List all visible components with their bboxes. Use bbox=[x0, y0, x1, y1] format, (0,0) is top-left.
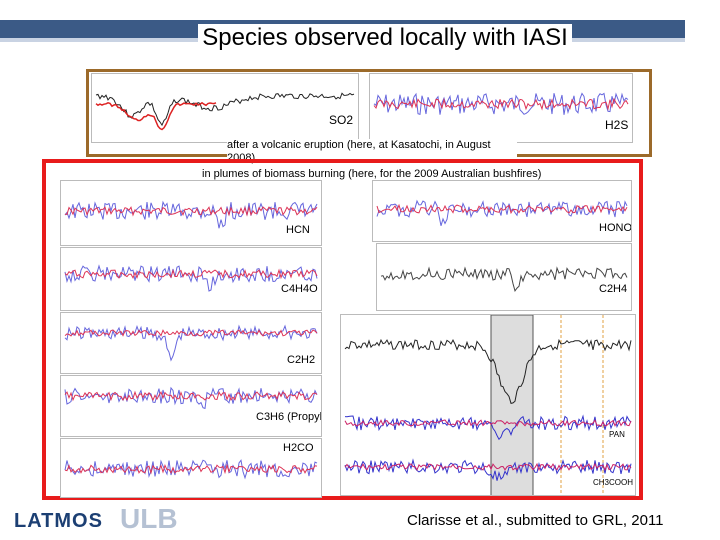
c2h2-spectrum: C2H2 bbox=[64, 324, 318, 366]
ch3cooh-label: CH3COOH bbox=[593, 478, 633, 487]
so2-observed-line bbox=[95, 92, 355, 127]
hono-panel: HONO bbox=[372, 180, 632, 242]
c4h4o-label: C4H4O bbox=[281, 283, 318, 295]
so2-fit-line bbox=[95, 101, 217, 131]
propylene-label: C3H6 (Propylene) bbox=[256, 411, 322, 423]
c4h4o-panel: C4H4O bbox=[60, 247, 322, 311]
c2h2-observed-line bbox=[64, 324, 318, 362]
citation: Clarisse et al., submitted to GRL, 2011 bbox=[407, 512, 664, 529]
pan-ch3cooh-spectrum: PAN CH3COOH bbox=[344, 315, 633, 495]
c2h2-panel: C2H2 bbox=[60, 312, 322, 374]
pan-ch3cooh-panel: PAN CH3COOH bbox=[340, 314, 636, 496]
ulb-logo: ULB bbox=[120, 503, 178, 534]
h2s-panel: H2S bbox=[369, 73, 633, 143]
latmos-logo: LATMOS bbox=[14, 510, 103, 532]
hono-spectrum: HONO bbox=[376, 199, 632, 234]
brightness-line bbox=[344, 338, 632, 405]
ch3cooh-observed-line bbox=[344, 458, 632, 481]
hono-label: HONO bbox=[599, 222, 632, 234]
pan-observed-line bbox=[344, 414, 632, 441]
c2h4-spectrum: C2H4 bbox=[380, 266, 628, 295]
hcn-panel: HCN bbox=[60, 180, 322, 246]
hcn-label: HCN bbox=[286, 224, 310, 236]
c2h2-label: C2H2 bbox=[287, 354, 315, 366]
so2-panel: SO2 bbox=[91, 73, 359, 143]
hcn-spectrum: HCN bbox=[64, 200, 318, 236]
c4h4o-spectrum: C4H4O bbox=[64, 264, 318, 295]
hono-observed-line bbox=[376, 199, 628, 226]
h2s-spectrum: H2S bbox=[373, 92, 629, 132]
hcn-observed-line bbox=[64, 200, 318, 229]
so2-label: SO2 bbox=[329, 113, 353, 127]
c2h4-panel: C2H4 bbox=[376, 243, 632, 311]
h2co-spectrum: H2CO bbox=[64, 442, 318, 480]
propylene-panel: C3H6 (Propylene) bbox=[60, 375, 322, 437]
h2co-label: H2CO bbox=[283, 442, 314, 454]
propylene-spectrum: C3H6 (Propylene) bbox=[64, 386, 322, 423]
slide-title: Species observed locally with IASI bbox=[0, 24, 720, 52]
c2h4-observed-line bbox=[380, 266, 628, 293]
pan-label: PAN bbox=[609, 430, 625, 439]
h2co-panel: H2CO bbox=[60, 438, 322, 498]
c2h4-label: C2H4 bbox=[599, 283, 627, 295]
propylene-observed-line bbox=[64, 386, 318, 410]
h2s-label: H2S bbox=[605, 118, 628, 132]
so2-spectrum: SO2 bbox=[95, 92, 355, 131]
h2co-observed-line bbox=[64, 459, 318, 480]
